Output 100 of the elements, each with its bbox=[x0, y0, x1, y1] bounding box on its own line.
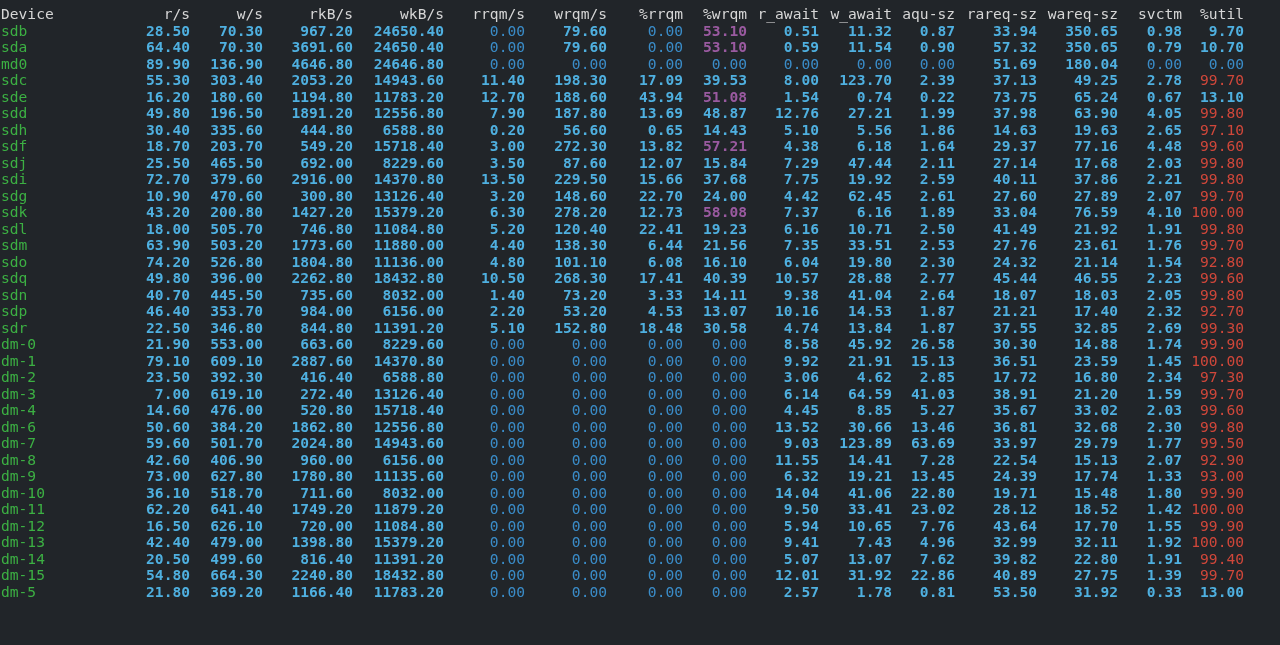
table-cell: 7.75 bbox=[783, 171, 819, 188]
column-header: w_await bbox=[830, 6, 892, 23]
table-cell: 1.45 bbox=[1146, 352, 1182, 369]
table-cell: 0.00 bbox=[647, 550, 683, 567]
table-cell: 36.81 bbox=[993, 418, 1037, 435]
table-cell: 350.65 bbox=[1065, 39, 1118, 56]
table-cell: 7.76 bbox=[919, 517, 955, 534]
table-cell: 7.29 bbox=[783, 154, 819, 171]
table-cell: 42.60 bbox=[146, 451, 190, 468]
table-cell: 47.44 bbox=[848, 154, 892, 171]
table-cell: 37.55 bbox=[993, 319, 1037, 336]
table-cell: 25.50 bbox=[146, 154, 190, 171]
table-cell: 45.92 bbox=[848, 336, 892, 353]
table-cell: 21.91 bbox=[848, 352, 892, 369]
table-cell: 8.58 bbox=[783, 336, 819, 353]
table-cell: 0.00 bbox=[489, 534, 525, 551]
table-cell: 13.00 bbox=[1200, 583, 1244, 600]
table-cell: 11879.20 bbox=[373, 501, 444, 518]
table-cell: 11391.20 bbox=[373, 319, 444, 336]
column-header: %util bbox=[1200, 6, 1244, 23]
table-cell: 0.00 bbox=[647, 534, 683, 551]
table-cell: 0.00 bbox=[711, 402, 747, 419]
table-cell: 1804.80 bbox=[291, 253, 353, 270]
device-name: sdn bbox=[1, 286, 28, 303]
table-cell: 2.11 bbox=[919, 154, 955, 171]
table-cell: 33.41 bbox=[848, 501, 892, 518]
table-cell: 0.00 bbox=[647, 352, 683, 369]
table-cell: 7.43 bbox=[856, 534, 892, 551]
table-cell: 2.30 bbox=[1146, 418, 1182, 435]
table-cell: 53.20 bbox=[563, 303, 607, 320]
table-cell: 30.30 bbox=[993, 336, 1037, 353]
table-cell: 692.00 bbox=[300, 154, 353, 171]
table-cell: 0.74 bbox=[856, 88, 892, 105]
table-cell: 6.18 bbox=[856, 138, 892, 155]
table-cell: 1.42 bbox=[1146, 501, 1182, 518]
table-cell: 0.00 bbox=[711, 468, 747, 485]
table-cell: 1.99 bbox=[919, 105, 955, 122]
table-cell: 13126.40 bbox=[373, 385, 444, 402]
table-cell: 99.90 bbox=[1200, 336, 1244, 353]
table-cell: 0.00 bbox=[489, 583, 525, 600]
table-cell: 74.20 bbox=[146, 253, 190, 270]
table-cell: 476.00 bbox=[210, 402, 263, 419]
table-cell: 15718.40 bbox=[373, 402, 444, 419]
table-cell: 38.91 bbox=[993, 385, 1037, 402]
column-header: wrqm/s bbox=[554, 6, 607, 23]
table-cell: 11391.20 bbox=[373, 550, 444, 567]
table-cell: 9.70 bbox=[1208, 22, 1244, 39]
table-cell: 229.50 bbox=[554, 171, 607, 188]
table-cell: 73.00 bbox=[146, 468, 190, 485]
table-cell: 203.70 bbox=[210, 138, 263, 155]
device-name: dm-13 bbox=[1, 534, 45, 551]
table-cell: 0.00 bbox=[711, 534, 747, 551]
table-cell: 6588.80 bbox=[382, 121, 444, 138]
table-cell: 16.80 bbox=[1074, 369, 1118, 386]
table-cell: 99.40 bbox=[1200, 550, 1244, 567]
table-cell: 2.20 bbox=[489, 303, 525, 320]
table-cell: 51.69 bbox=[993, 55, 1037, 72]
table-cell: 6.04 bbox=[783, 253, 819, 270]
table-cell: 51.08 bbox=[703, 88, 747, 105]
device-name: dm-12 bbox=[1, 517, 45, 534]
table-cell: 8229.60 bbox=[382, 154, 444, 171]
table-cell: 505.70 bbox=[210, 220, 263, 237]
table-cell: 99.70 bbox=[1200, 237, 1244, 254]
table-cell: 0.00 bbox=[571, 534, 607, 551]
table-cell: 0.00 bbox=[711, 550, 747, 567]
table-cell: 200.80 bbox=[210, 204, 263, 221]
table-cell: 99.60 bbox=[1200, 138, 1244, 155]
column-header: %rrqm bbox=[639, 6, 683, 23]
table-cell: 22.70 bbox=[639, 187, 683, 204]
table-cell: 43.20 bbox=[146, 204, 190, 221]
table-cell: 520.80 bbox=[300, 402, 353, 419]
table-cell: 55.30 bbox=[146, 72, 190, 89]
table-cell: 29.37 bbox=[993, 138, 1037, 155]
table-cell: 14.60 bbox=[146, 402, 190, 419]
table-cell: 101.10 bbox=[554, 253, 607, 270]
table-cell: 37.13 bbox=[993, 72, 1037, 89]
table-cell: 5.20 bbox=[489, 220, 525, 237]
table-cell: 503.20 bbox=[210, 237, 263, 254]
table-cell: 10.71 bbox=[848, 220, 892, 237]
table-cell: 499.60 bbox=[210, 550, 263, 567]
table-cell: 2.05 bbox=[1146, 286, 1182, 303]
table-cell: 663.60 bbox=[300, 336, 353, 353]
table-cell: 0.00 bbox=[647, 336, 683, 353]
table-cell: 2887.60 bbox=[291, 352, 353, 369]
table-cell: 0.00 bbox=[647, 501, 683, 518]
table-cell: 0.00 bbox=[783, 55, 819, 72]
table-cell: 24646.80 bbox=[373, 55, 444, 72]
table-cell: 0.00 bbox=[489, 369, 525, 386]
table-cell: 39.53 bbox=[703, 72, 747, 89]
table-cell: 37.86 bbox=[1074, 171, 1118, 188]
table-cell: 2.34 bbox=[1146, 369, 1182, 386]
table-cell: 1.92 bbox=[1146, 534, 1182, 551]
table-cell: 470.60 bbox=[210, 187, 263, 204]
table-cell: 1.33 bbox=[1146, 468, 1182, 485]
table-cell: 5.94 bbox=[783, 517, 819, 534]
table-cell: 1427.20 bbox=[291, 204, 353, 221]
table-cell: 0.51 bbox=[783, 22, 819, 39]
table-cell: 48.87 bbox=[703, 105, 747, 122]
table-cell: 15.13 bbox=[1074, 451, 1118, 468]
table-cell: 9.92 bbox=[783, 352, 819, 369]
